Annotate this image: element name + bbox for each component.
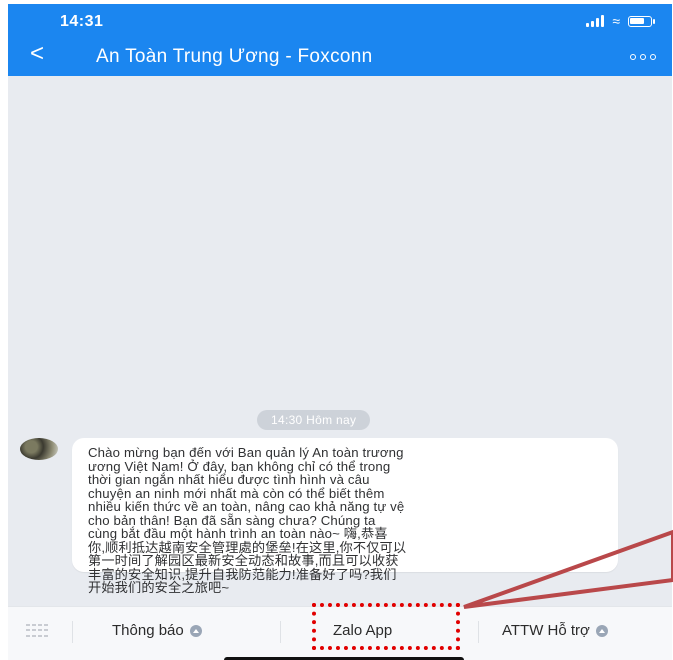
menu-item-label: ATTW Hỗ trợ bbox=[502, 622, 590, 639]
menu-item-thong-bao[interactable]: Thông báo bbox=[112, 622, 202, 639]
menu-divider bbox=[280, 621, 281, 643]
message-line: 你,顺利抵达越南安全管理處的堡垒!在这里,你不仅可以 bbox=[88, 539, 407, 555]
message-bubble[interactable]: Chào mừng bạn đến với Ban quản lý An toà… bbox=[72, 438, 618, 594]
message-line: cho bản thân! Bạn đã sẵn sàng chưa? Chún… bbox=[88, 512, 376, 528]
wifi-icon: ≈ bbox=[612, 13, 620, 29]
message-line: thời gian ngắn nhất hiểu được tình hình … bbox=[88, 472, 370, 487]
message-line: Chào mừng bạn đến với Ban quản lý An toà… bbox=[88, 445, 404, 460]
message-line: 第一时间了解园区最新安全动态和故事,而且可以收获 bbox=[88, 553, 399, 568]
battery-icon bbox=[628, 15, 655, 27]
date-separator: 14:30 Hôm nay bbox=[257, 410, 371, 430]
message-line: cùng bắt đầu một hành trình an toàn nào~… bbox=[88, 526, 388, 541]
menu-item-label: Zalo App bbox=[333, 622, 393, 639]
message-line: nhiều kiến thức về an toàn, nâng cao khả… bbox=[88, 499, 405, 514]
menu-item-zalo-app[interactable]: Zalo App bbox=[333, 622, 392, 639]
phone-screen: 14:31 ≈ < An Toàn Trung Ương - Foxconn 1… bbox=[8, 4, 672, 660]
message-line: 丰富的安全知识,提升自我防范能力!准备好了吗?我们 bbox=[88, 566, 397, 582]
menu-divider bbox=[478, 621, 479, 643]
chat-area[interactable]: 14:30 Hôm nay Chào mừng bạn đến với Ban … bbox=[8, 76, 672, 606]
status-icons: ≈ bbox=[586, 13, 655, 29]
menu-item-attw-ho-tro[interactable]: ATTW Hỗ trợ bbox=[502, 622, 608, 639]
chevron-up-icon bbox=[595, 624, 608, 637]
signal-icon bbox=[586, 15, 605, 27]
official-account-menu: Thông báo Zalo App ATTW Hỗ trợ bbox=[8, 606, 672, 660]
message-line: chuyện an ninh mới nhất mà còn có thể bi… bbox=[88, 485, 385, 501]
keyboard-icon[interactable] bbox=[26, 624, 48, 638]
more-icon[interactable] bbox=[630, 54, 656, 60]
menu-divider bbox=[72, 621, 73, 643]
chevron-up-icon bbox=[189, 624, 202, 637]
chat-title: An Toàn Trung Ương - Foxconn bbox=[96, 46, 373, 67]
message-line: 开始我们的安全之旅吧~ bbox=[88, 580, 230, 595]
message-line: ương Việt Nam! Ở đây, bạn không chỉ có t… bbox=[88, 458, 391, 474]
app-header: 14:31 ≈ < An Toàn Trung Ương - Foxconn bbox=[8, 4, 672, 76]
menu-item-label: Thông báo bbox=[112, 622, 184, 639]
status-time: 14:31 bbox=[60, 13, 104, 30]
back-button[interactable]: < bbox=[30, 42, 44, 66]
avatar[interactable] bbox=[20, 438, 58, 460]
